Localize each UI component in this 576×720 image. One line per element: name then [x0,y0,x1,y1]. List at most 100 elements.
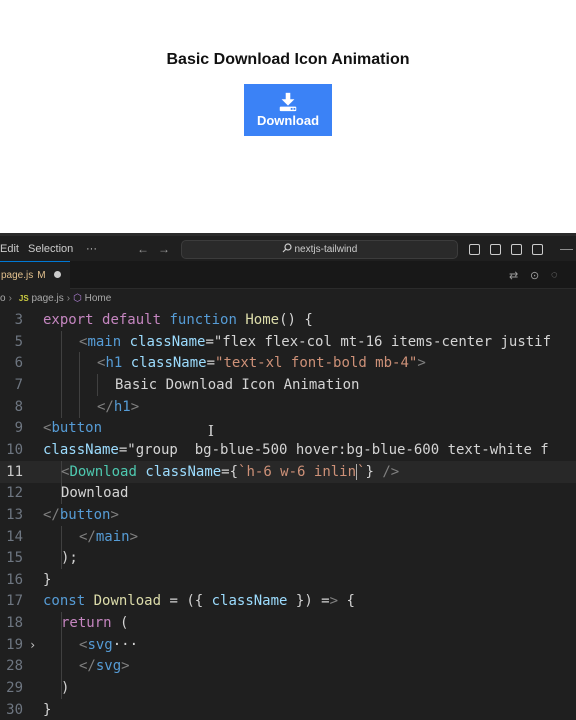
code-line[interactable]: 14 </main> [0,525,576,548]
code-line[interactable]: 3 export default function Home() { [0,309,576,331]
code-text: } [43,571,52,588]
code-line[interactable]: 28 </svg> [0,655,576,678]
page-title: Basic Download Icon Animation [166,51,410,68]
back-arrow-icon[interactable]: ← [137,242,149,256]
line-number: 5 [14,333,23,350]
line-number: 12 [6,485,23,502]
indent-guide [61,352,62,375]
line-number: 13 [6,506,23,523]
customize-layout-icon[interactable] [532,244,543,255]
line-number: 10 [6,441,23,458]
go-forward-icon[interactable]: ◌ [551,269,558,281]
indent-guide [79,395,80,418]
tab-label: page.js [1,270,34,281]
title-bar: Edit Selection ··· ← → nextjs-tailwind — [0,233,576,261]
unsaved-dot-icon[interactable] [53,271,61,278]
line-number: 6 [14,355,23,372]
breadcrumb-folder[interactable]: o [0,293,6,304]
code-text: className="group bg-blue-500 hover:bg-bl… [43,441,549,458]
chevron-right-icon: › [66,293,71,304]
indent-guide [97,373,98,396]
breadcrumb-symbol[interactable]: Home [85,293,112,304]
line-number: 15 [6,550,23,567]
code-text: </main> [79,528,139,545]
download-icon [279,92,297,111]
code-text: </svg> [79,658,130,675]
line-number: 9 [14,420,23,437]
indent-guide [61,330,62,353]
compare-changes-icon[interactable]: ⇄ [509,269,518,282]
open-changes-icon[interactable]: ⊙ [530,269,539,282]
minimize-icon[interactable]: — [560,241,573,256]
code-line[interactable]: 10 className="group bg-blue-500 hover:bg-… [0,439,576,461]
code-text: } [43,701,52,718]
code-line[interactable]: 12 Download [0,482,576,505]
indent-guide [79,373,80,396]
menu-selection[interactable]: Selection [28,243,73,255]
code-area[interactable]: 3 export default function Home() { 5 <main … [0,309,576,720]
indent-guide [61,633,62,656]
line-number: 14 [6,528,23,545]
code-line[interactable]: 18 return ( [0,612,576,635]
code-text: <Download className={`h-6 w-6 inlin`} /> [61,463,400,480]
forward-arrow-icon[interactable]: → [158,242,170,256]
code-editor: Edit Selection ··· ← → nextjs-tailwind —… [0,233,576,720]
code-text: return ( [61,615,129,632]
text-cursor-ibeam-icon: I [208,422,214,440]
code-line[interactable]: 30} [0,699,576,720]
code-text: Basic Download Icon Animation [115,376,360,393]
code-text: <h1 className="text-xl font-bold mb-4"> [97,355,426,372]
breadcrumb-file[interactable]: page.js [31,293,63,304]
line-number: 19 [6,636,23,653]
code-text: export default function Home() { [43,312,313,328]
toggle-sidebar-icon[interactable] [469,244,480,255]
line-number: 16 [6,571,23,588]
fold-chevron-icon[interactable]: › [29,634,36,656]
menu-more[interactable]: ··· [86,243,97,255]
code-text: <main className="flex flex-col mt-16 ite… [79,333,552,350]
search-text: nextjs-tailwind [294,244,358,255]
code-text: ) [61,680,70,697]
code-line[interactable]: 19 › <svg··· [0,633,576,656]
code-line[interactable]: 11 <Download className={`h-6 w-6 inlin`} … [0,460,576,483]
tab-bar: page.js M ⇄ ⊙ ◌ [0,261,576,289]
code-text: <button [43,420,103,437]
code-text: ); [61,550,78,567]
download-button[interactable]: Download [244,84,332,136]
code-line[interactable]: 29) [0,677,576,700]
breadcrumb: o › JS page.js › ⬡ Home [0,289,576,309]
line-number: 18 [6,615,23,632]
code-line[interactable]: 8 </h1> [0,395,576,418]
code-line[interactable]: 6 <h1 className="text-xl font-bold mb-4"> [0,352,576,375]
tab-page-js[interactable]: page.js M [0,261,70,289]
code-line[interactable]: 5 <main className="flex flex-col mt-16 it… [0,330,576,353]
code-text: </button> [43,506,119,523]
code-line[interactable]: 7 Basic Download Icon Animation [0,373,576,396]
toggle-panel-icon[interactable] [490,244,501,255]
toggle-secondary-sidebar-icon[interactable] [511,244,522,255]
code-line[interactable]: 16} [0,569,576,591]
line-number: 17 [6,593,23,610]
code-line[interactable]: 17 const Download = ({ className }) => { [0,590,576,612]
line-number: 3 [14,312,23,328]
code-line[interactable]: 13 </button> [0,504,576,526]
code-line[interactable]: 9 <button [0,417,576,439]
code-text: const Download = ({ className }) => { [43,593,355,610]
code-text: </h1> [97,398,140,415]
code-text: <svg··· [79,636,139,653]
menu-edit[interactable]: Edit [0,243,19,255]
indent-guide [61,655,62,678]
download-button-label: Download [256,112,320,128]
indent-guide [61,525,62,548]
symbol-cube-icon: ⬡ [73,293,82,304]
line-number: 30 [6,701,23,718]
chevron-right-icon: › [8,293,12,304]
code-line[interactable]: 15); [0,547,576,570]
line-number: 29 [6,680,23,697]
js-file-icon: JS [18,294,29,303]
line-number: 11 [6,463,23,480]
browser-preview: Basic Download Icon Animation Download [0,0,576,233]
command-center-search[interactable]: nextjs-tailwind [181,240,458,259]
indent-guide [79,352,80,375]
line-number: 28 [6,658,23,675]
